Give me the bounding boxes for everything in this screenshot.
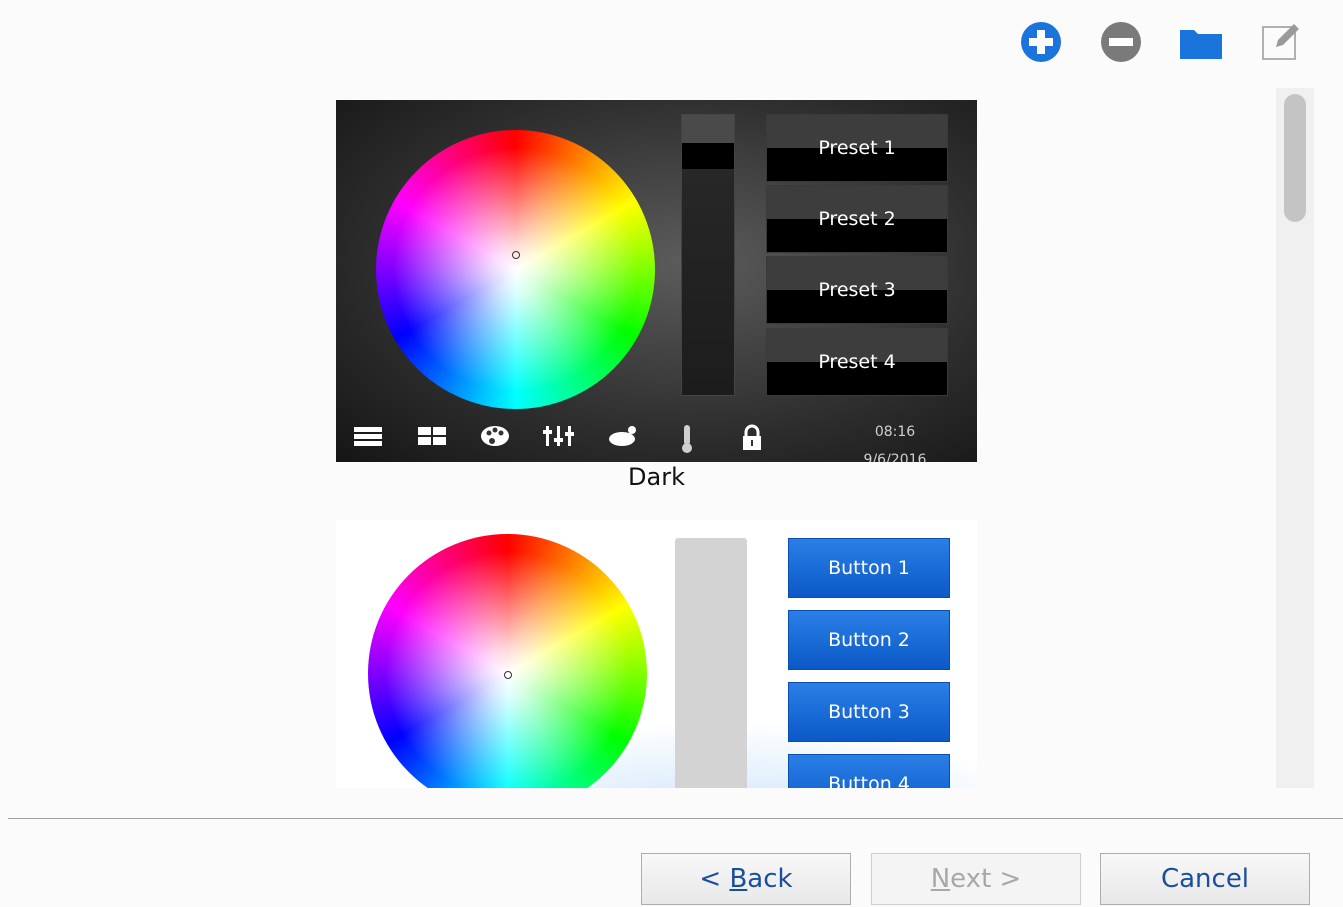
color-wheel	[368, 534, 647, 788]
back-label-key: B	[729, 864, 748, 894]
brightness-slider	[681, 114, 735, 396]
sliders-icon	[542, 424, 576, 454]
add-theme-button[interactable]	[1019, 20, 1063, 64]
back-label-prefix: <	[699, 864, 730, 894]
preview-time: 08:16	[874, 424, 916, 440]
preview-button: Button 1	[788, 538, 950, 598]
next-label-key: N	[930, 864, 951, 894]
scrollbar-thumb[interactable]	[1284, 94, 1306, 222]
color-wheel	[376, 130, 655, 409]
next-label-rest: ext >	[950, 864, 1022, 894]
preset-button: Preset 1	[766, 114, 948, 182]
edit-icon	[1262, 24, 1299, 60]
preset-button: Preset 3	[766, 256, 948, 324]
back-button[interactable]: < Back	[641, 853, 851, 905]
folder-icon	[1180, 30, 1222, 59]
color-wheel-cursor	[504, 671, 512, 679]
theme-preview-light[interactable]: Button 1 Button 2 Button 3 Button 4	[336, 520, 977, 788]
plus-circle-icon	[1021, 22, 1061, 62]
next-button[interactable]: Next >	[871, 853, 1081, 905]
brightness-slider	[675, 538, 747, 788]
preview-button: Button 3	[788, 682, 950, 742]
back-label-rest: ack	[747, 864, 793, 894]
edit-theme-button[interactable]	[1259, 20, 1303, 64]
preset-button: Preset 2	[766, 185, 948, 253]
theme-preview-dark[interactable]: Preset 1 Preset 2 Preset 3 Preset 4 08:1…	[336, 100, 977, 462]
palette-icon	[480, 424, 510, 454]
preview-clock: 08:16 9/6/2016	[850, 418, 940, 462]
open-folder-button[interactable]	[1179, 20, 1223, 64]
grid-icon	[418, 424, 446, 454]
preset-button: Preset 4	[766, 328, 948, 396]
slider-handle	[682, 115, 734, 169]
preview-date: 9/6/2016	[863, 452, 927, 462]
minus-circle-icon	[1101, 22, 1141, 62]
scene-icon	[608, 424, 638, 454]
footer-separator	[8, 818, 1343, 819]
lock-icon	[740, 424, 764, 458]
menu-icon	[354, 424, 382, 454]
thermometer-icon	[678, 424, 696, 460]
vertical-scrollbar[interactable]	[1276, 88, 1314, 788]
cancel-button[interactable]: Cancel	[1100, 853, 1310, 905]
preview-button: Button 4	[788, 754, 950, 788]
preview-bottom-bar: 08:16 9/6/2016	[336, 410, 977, 462]
theme-name-dark: Dark	[628, 463, 685, 491]
theme-list[interactable]: Preset 1 Preset 2 Preset 3 Preset 4 08:1…	[0, 88, 1275, 788]
remove-theme-button[interactable]	[1099, 20, 1143, 64]
color-wheel-cursor	[512, 251, 520, 259]
preview-button: Button 2	[788, 610, 950, 670]
